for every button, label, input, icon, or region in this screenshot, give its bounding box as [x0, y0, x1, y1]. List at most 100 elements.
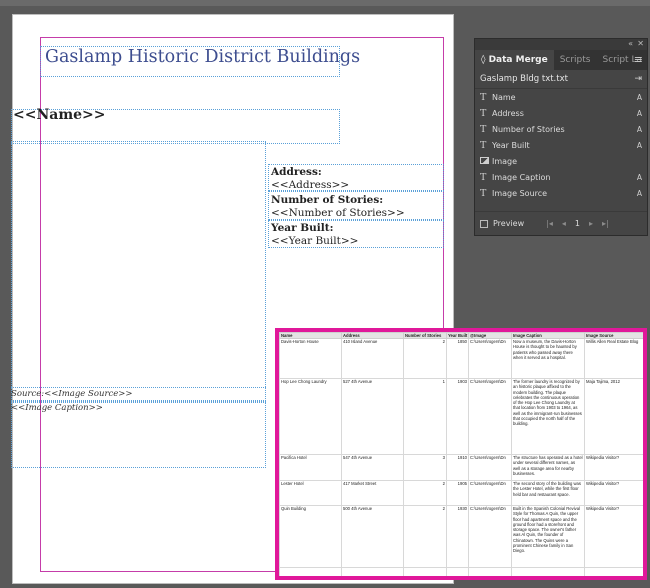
table-cell: Lester Hotel [279, 480, 342, 506]
table-cell: 410 Island Avenue [341, 338, 404, 379]
spreadsheet-overlay: Name Address Number of Stories Year Buil… [275, 328, 647, 580]
field-label: Image [492, 156, 518, 166]
table-cell: Hop Lee Chong Laundry [279, 378, 342, 455]
collapse-icon[interactable]: « [628, 39, 633, 48]
field-type-marker: A [636, 124, 642, 134]
table-cell: Quin Building [279, 505, 342, 568]
address-placeholder: <<Address>> [271, 179, 350, 191]
table-cell: Pacifica Hotel [279, 454, 342, 481]
first-record-icon[interactable]: |◂ [546, 219, 553, 228]
text-field-icon: T [480, 187, 487, 199]
data-source-filename: Gaslamp Bldg txt.txt [480, 74, 568, 84]
table-cell: Willis Allen Real Estate Blog [584, 338, 643, 379]
table-cell [584, 567, 643, 576]
table-cell: 500 4th Avenue [341, 505, 404, 568]
next-record-icon[interactable]: ▸ [589, 219, 593, 228]
image-field-icon [480, 156, 492, 166]
record-number[interactable]: 1 [575, 219, 580, 228]
tab-data-merge[interactable]: ◊ Data Merge [475, 50, 554, 70]
record-navigation: |◂ ◂ 1 ▸ ▸| [546, 219, 609, 228]
table-row: Quin Building 500 4th Avenue 2 1930 C:\U… [279, 505, 643, 568]
stories-placeholder: <<Number of Stories>> [271, 207, 405, 219]
table-cell: C:\Users\rogers\Dn [468, 378, 512, 455]
data-source-row[interactable]: Gaslamp Bldg txt.txt ⇥ [475, 70, 647, 89]
field-item-name[interactable]: T Name A [475, 89, 647, 105]
data-source-table: Name Address Number of Stories Year Buil… [279, 332, 643, 576]
table-cell: C:\Users\rogers\Dn [468, 505, 512, 568]
data-merge-panel[interactable]: « ✕ ◊ Data Merge Scripts Script La ≡ Gas… [474, 38, 648, 236]
table-cell: The second story of the building was the… [511, 480, 585, 506]
panel-menu-icon[interactable]: ≡ [634, 53, 643, 66]
text-field-icon: T [480, 107, 487, 119]
table-cell [403, 567, 447, 576]
table-cell: Wikipedia Visitor? [584, 454, 643, 481]
table-row: Pacifica Hotel 547 4th Avenue 3 1910 C:\… [279, 454, 643, 481]
table-cell: Built in the Spanish Colonial Revival St… [511, 505, 585, 568]
stories-field: Number of Stories: <<Number of Stories>> [271, 194, 405, 220]
text-field-icon: T [480, 171, 487, 183]
close-icon[interactable]: ✕ [637, 39, 644, 48]
field-item-image[interactable]: Image [475, 153, 647, 169]
table-cell: C:\Users\rogers\Dn [468, 338, 512, 379]
field-label: Image Source [492, 188, 548, 198]
field-item-image-source[interactable]: T Image Source A [475, 185, 647, 201]
field-item-number-of-stories[interactable]: T Number of Stories A [475, 121, 647, 137]
field-label: Year Built [492, 140, 530, 150]
year-placeholder: <<Year Built>> [271, 235, 359, 247]
table-cell: 527 4th Avenue [341, 378, 404, 455]
table-cell: C:\Users\rogers\Dn [468, 454, 512, 481]
field-type-marker: A [636, 172, 642, 182]
table-cell: 1930 [446, 505, 469, 568]
field-type-marker: A [636, 140, 642, 150]
table-cell: 1910 [446, 454, 469, 481]
table-cell: C:\Users\rogers\Dn [468, 480, 512, 506]
table-cell [446, 567, 469, 576]
image-frame[interactable] [11, 141, 266, 403]
document-top-edge [0, 0, 650, 6]
table-row [279, 567, 643, 576]
preview-label: Preview [493, 219, 525, 228]
address-field: Address: <<Address>> [271, 166, 349, 192]
previous-record-icon[interactable]: ◂ [562, 219, 566, 228]
table-cell: 2 [403, 505, 447, 568]
table-cell: 1905 [446, 480, 469, 506]
field-type-marker: A [636, 188, 642, 198]
panel-titlebar[interactable]: « ✕ [475, 39, 647, 50]
field-label: Address [492, 108, 524, 118]
table-cell: 3 [403, 454, 447, 481]
field-label: Name [492, 92, 516, 102]
panel-tabs: ◊ Data Merge Scripts Script La ≡ [475, 50, 647, 70]
table-cell: 1903 [446, 378, 469, 455]
table-cell: 2 [403, 338, 447, 379]
last-record-icon[interactable]: ▸| [602, 219, 609, 228]
create-merged-document-icon[interactable]: ⇥ [634, 74, 642, 84]
table-cell: 2 [403, 480, 447, 506]
table-cell: Wikipedia Visitor? [584, 480, 643, 506]
stories-label: Number of Stories: [271, 194, 384, 206]
field-item-image-caption[interactable]: T Image Caption A [475, 169, 647, 185]
field-label: Image Caption [492, 172, 551, 182]
table-cell: The former laundry is recognized by an h… [511, 378, 585, 455]
table-cell: 547 4th Avenue [341, 454, 404, 481]
field-item-address[interactable]: T Address A [475, 105, 647, 121]
table-cell: 417 Market Street [341, 480, 404, 506]
text-field-icon: T [480, 91, 487, 103]
page-title: Gaslamp Historic District Buildings [45, 47, 361, 67]
field-item-year-built[interactable]: T Year Built A [475, 137, 647, 153]
tab-scripts[interactable]: Scripts [554, 50, 597, 70]
preview-checkbox[interactable] [480, 219, 488, 228]
table-cell [279, 567, 342, 576]
table-row: Davis-Horton House 410 Island Avenue 2 1… [279, 338, 643, 379]
table-cell: Maja Tajima, 2012 [584, 378, 643, 455]
table-cell [511, 567, 585, 576]
column-header: Number of Stories [403, 332, 447, 339]
table-cell: Now a museum, the Davis-Horton House is … [511, 338, 585, 379]
table-cell: 1850 [446, 338, 469, 379]
preview-bar: Preview |◂ ◂ 1 ▸ ▸| [475, 211, 647, 235]
table-cell: The structure has operated as a hotel un… [511, 454, 585, 481]
table-cell [468, 567, 512, 576]
year-field: Year Built: <<Year Built>> [271, 222, 358, 248]
table-cell: Wikipedia Visitor? [584, 505, 643, 568]
field-label: Number of Stories [492, 124, 565, 134]
table-cell: 1 [403, 378, 447, 455]
